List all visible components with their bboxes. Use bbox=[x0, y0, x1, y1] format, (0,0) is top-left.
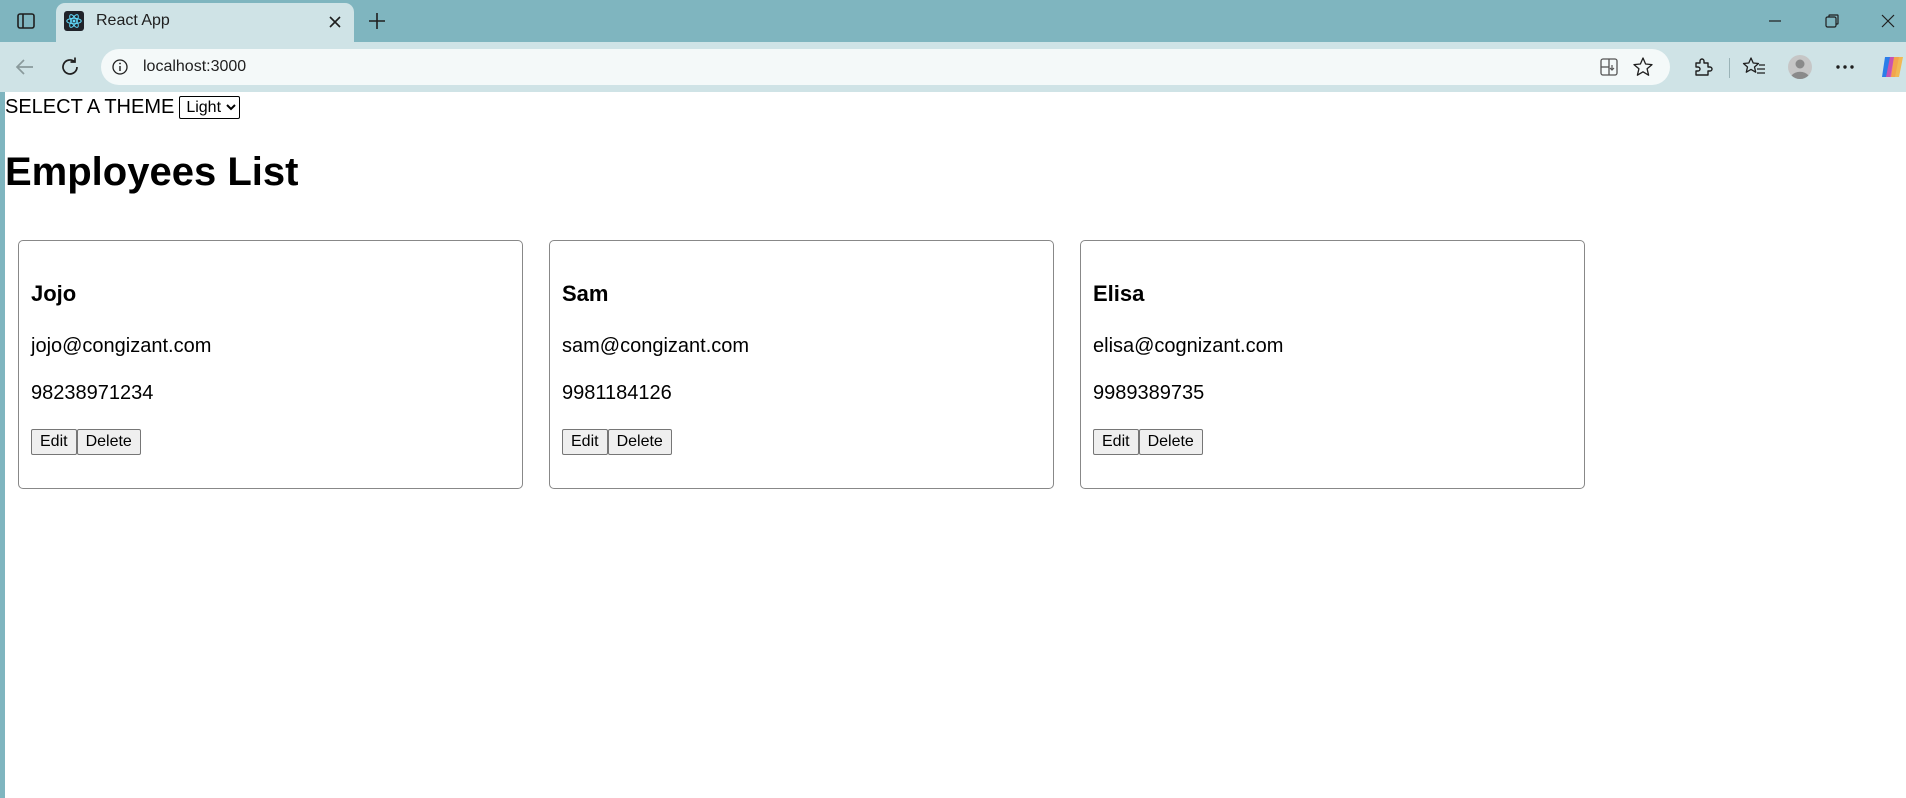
employee-phone: 9981184126 bbox=[562, 382, 672, 404]
employee-name: Sam bbox=[562, 281, 609, 306]
window-close-button[interactable] bbox=[1870, 8, 1906, 34]
card-actions: Edit Delete bbox=[1093, 429, 1203, 455]
browser-tab[interactable]: React App bbox=[56, 3, 354, 42]
copilot-icon[interactable] bbox=[1878, 53, 1906, 81]
page-viewport: SELECT A THEME Light Employees List Jojo… bbox=[5, 92, 1906, 798]
reload-button[interactable] bbox=[56, 53, 84, 81]
info-icon bbox=[112, 59, 128, 75]
employee-name: Elisa bbox=[1093, 281, 1145, 306]
restore-icon bbox=[1825, 14, 1839, 28]
card-actions: Edit Delete bbox=[31, 429, 141, 455]
employee-email: elisa@cognizant.com bbox=[1093, 335, 1284, 357]
delete-button[interactable]: Delete bbox=[76, 429, 141, 455]
favorites-icon[interactable] bbox=[1740, 53, 1768, 81]
more-icon[interactable] bbox=[1831, 53, 1859, 81]
edit-button[interactable]: Edit bbox=[562, 429, 608, 455]
theme-label: SELECT A THEME bbox=[5, 96, 175, 118]
edit-button[interactable]: Edit bbox=[31, 429, 77, 455]
url-text[interactable]: localhost:3000 bbox=[143, 58, 246, 76]
edit-button[interactable]: Edit bbox=[1093, 429, 1139, 455]
react-icon bbox=[64, 11, 84, 31]
employee-cards: Jojo jojo@congizant.com 98238971234 Edit… bbox=[18, 240, 1585, 489]
restore-button[interactable] bbox=[1812, 8, 1852, 34]
employee-phone: 9989389735 bbox=[1093, 382, 1205, 404]
close-icon bbox=[1881, 14, 1895, 28]
tab-title: React App bbox=[96, 12, 170, 29]
profile-icon[interactable] bbox=[1786, 53, 1814, 81]
employee-card: Sam sam@congizant.com 9981184126 Edit De… bbox=[549, 240, 1054, 489]
minimize-icon bbox=[1769, 20, 1781, 22]
theme-select[interactable]: Light bbox=[179, 96, 241, 119]
plus-icon bbox=[369, 13, 385, 29]
extensions-icon[interactable] bbox=[1689, 53, 1717, 81]
page-title: Employees List bbox=[5, 150, 299, 194]
new-tab-button[interactable] bbox=[365, 9, 389, 33]
employee-card: Elisa elisa@cognizant.com 9989389735 Edi… bbox=[1080, 240, 1585, 489]
employee-card: Jojo jojo@congizant.com 98238971234 Edit… bbox=[18, 240, 523, 489]
sidebar-icon[interactable] bbox=[14, 9, 38, 33]
back-arrow-icon bbox=[15, 59, 33, 75]
delete-button[interactable]: Delete bbox=[607, 429, 672, 455]
employee-email: sam@congizant.com bbox=[562, 335, 750, 357]
address-bar[interactable]: localhost:3000 bbox=[101, 49, 1670, 85]
back-button[interactable] bbox=[11, 53, 39, 81]
employee-phone: 98238971234 bbox=[31, 382, 154, 404]
app-icon[interactable] bbox=[1598, 56, 1620, 78]
toolbar-divider bbox=[1729, 58, 1730, 78]
browser-toolbar: localhost:3000 bbox=[0, 42, 1906, 92]
favorite-star-icon[interactable] bbox=[1632, 56, 1654, 78]
tab-strip: React App bbox=[0, 0, 1906, 42]
theme-selector-row: SELECT A THEME Light bbox=[5, 96, 241, 119]
delete-button[interactable]: Delete bbox=[1138, 429, 1203, 455]
card-actions: Edit Delete bbox=[562, 429, 672, 455]
tab-close-icon[interactable] bbox=[326, 13, 344, 31]
minimize-button[interactable] bbox=[1755, 8, 1795, 34]
reload-icon bbox=[62, 57, 78, 75]
employee-email: jojo@congizant.com bbox=[31, 335, 212, 357]
employee-name: Jojo bbox=[31, 281, 77, 306]
